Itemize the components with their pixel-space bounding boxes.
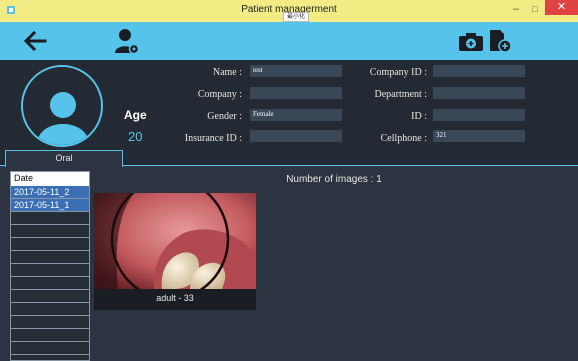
date-list-empty-row[interactable] — [11, 251, 89, 264]
date-list-empty-row[interactable] — [11, 316, 89, 329]
avatar — [21, 65, 103, 147]
company-id-field[interactable] — [433, 65, 525, 77]
user-settings-icon[interactable] — [114, 27, 140, 55]
image-thumbnail[interactable]: adult - 33 — [94, 193, 256, 310]
camera-add-icon[interactable] — [458, 32, 484, 52]
date-list-empty-row[interactable] — [11, 290, 89, 303]
patient-info-panel: Age 20 Name : test Company : Gender : Fe… — [0, 60, 578, 150]
date-list-empty-row[interactable] — [11, 342, 89, 355]
image-count-label: Number of images : 1 — [286, 174, 382, 185]
cellphone-label: Cellphone : — [380, 133, 427, 144]
toolbar — [0, 22, 578, 60]
company-id-label: Company ID : — [369, 67, 427, 78]
date-list-empty-row[interactable] — [11, 225, 89, 238]
name-label: Name : — [212, 67, 242, 78]
minimize-button[interactable]: – — [508, 3, 524, 17]
tab-oral[interactable]: Oral — [5, 150, 123, 167]
insurance-id-label: Insurance ID : — [184, 133, 242, 144]
company-label: Company : — [197, 89, 242, 100]
age-label: Age — [124, 108, 147, 122]
document-add-icon[interactable] — [488, 29, 512, 53]
gender-label: Gender : — [207, 111, 242, 122]
name-field[interactable]: test — [250, 65, 342, 77]
company-field[interactable] — [250, 87, 342, 99]
image-caption: adult - 33 — [156, 293, 194, 303]
oral-photo-image — [94, 193, 256, 289]
date-list-empty-row[interactable] — [11, 238, 89, 251]
arrow-left-icon[interactable] — [23, 31, 47, 51]
maximize-button[interactable]: □ — [527, 3, 543, 17]
title-bar: Patient managerment 最小化 – □ ✕ — [0, 0, 578, 22]
id-field[interactable] — [433, 109, 525, 121]
close-button[interactable]: ✕ — [545, 0, 578, 15]
date-list[interactable]: Date 2017-05-11_2 2017-05-11_1 — [10, 171, 90, 361]
date-list-empty-row[interactable] — [11, 277, 89, 290]
date-list-empty-row[interactable] — [11, 329, 89, 342]
date-list-item[interactable]: 2017-05-11_2 — [11, 186, 89, 199]
insurance-id-field[interactable] — [250, 130, 342, 142]
id-label: ID : — [411, 111, 427, 122]
user-avatar-icon — [23, 67, 101, 145]
cellphone-field[interactable]: 321 — [433, 130, 525, 142]
department-field[interactable] — [433, 87, 525, 99]
gender-field[interactable]: Female — [250, 109, 342, 121]
date-list-empty-row[interactable] — [11, 212, 89, 225]
date-list-empty-row[interactable] — [11, 264, 89, 277]
date-list-empty-row[interactable] — [11, 303, 89, 316]
age-value: 20 — [128, 129, 143, 144]
department-label: Department : — [374, 89, 427, 100]
date-list-header: Date — [11, 172, 89, 186]
minimize-tooltip: 最小化 — [283, 12, 309, 22]
date-list-item[interactable]: 2017-05-11_1 — [11, 199, 89, 212]
